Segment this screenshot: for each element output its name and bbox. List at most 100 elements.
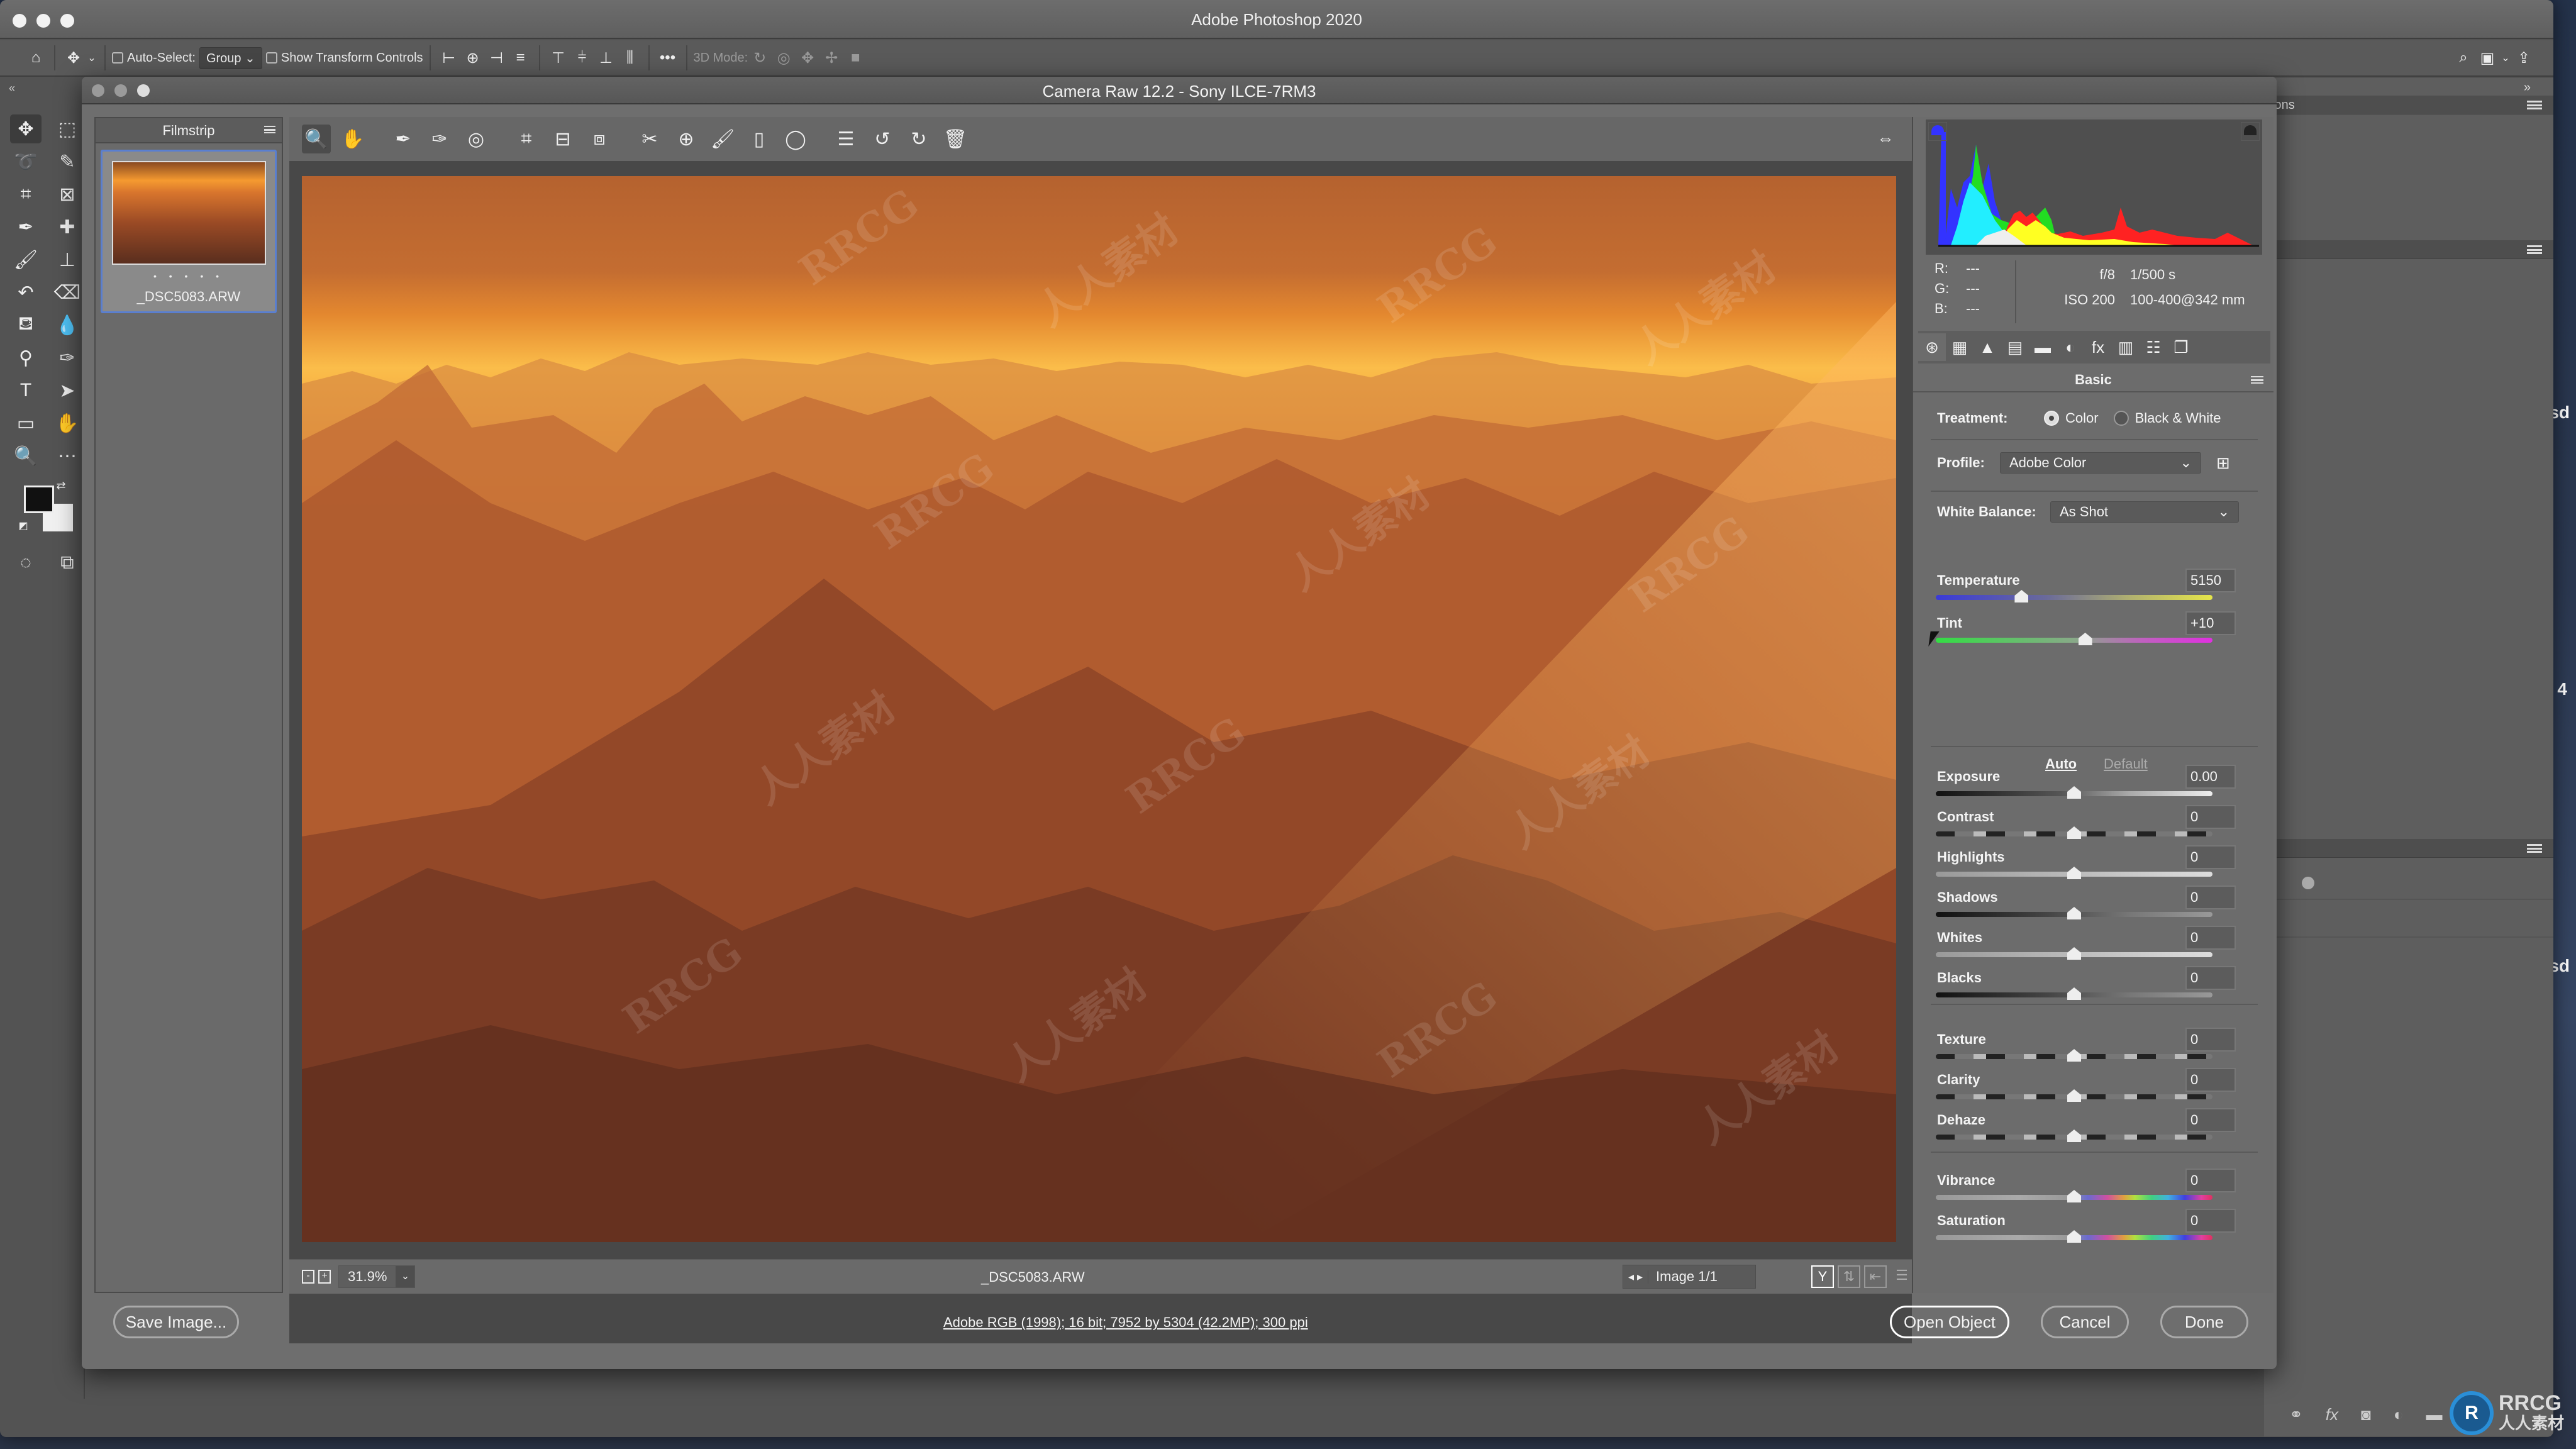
3d-scale-icon[interactable]: ■ bbox=[843, 45, 867, 70]
split-toning-tab[interactable]: ▬ bbox=[2029, 333, 2057, 361]
basic-panel-menu-icon[interactable] bbox=[2251, 376, 2263, 384]
cancel-button[interactable]: Cancel bbox=[2041, 1306, 2129, 1338]
highlight-clipping-warning-icon[interactable] bbox=[2241, 122, 2260, 141]
adjustment-brush-tool-icon[interactable]: 🖌 bbox=[708, 125, 737, 153]
shadow-clipping-warning-icon[interactable] bbox=[1928, 122, 1947, 141]
open-object-button[interactable]: Open Object bbox=[1890, 1306, 2009, 1338]
add-mask-icon[interactable]: ◙ bbox=[2361, 1405, 2371, 1424]
rectangle-tool-icon[interactable]: ▭ bbox=[10, 409, 42, 438]
whites-slider-handle[interactable] bbox=[2067, 947, 2081, 960]
more-options-button[interactable]: ••• bbox=[656, 45, 680, 70]
clone-stamp-tool-icon[interactable]: ⊥ bbox=[52, 245, 83, 274]
filmstrip-item[interactable]: • • • • • _DSC5083.ARW bbox=[101, 150, 277, 313]
rotate-ccw-icon[interactable]: ↺ bbox=[868, 125, 897, 153]
red-eye-tool-icon[interactable]: ⊕ bbox=[672, 125, 701, 153]
texture-value-field[interactable]: 0 bbox=[2185, 1028, 2236, 1052]
blur-tool-icon[interactable]: 💧 bbox=[52, 311, 83, 340]
radial-filter-tool-icon[interactable]: ◯ bbox=[781, 125, 810, 153]
profile-browser-icon[interactable]: ⊞ bbox=[2216, 453, 2230, 473]
align-vcenter-icon[interactable]: ⫩ bbox=[570, 45, 594, 70]
dehaze-value-field[interactable]: 0 bbox=[2185, 1108, 2236, 1132]
treatment-bw-label[interactable]: Black & White bbox=[2135, 410, 2221, 426]
graduated-filter-tool-icon[interactable]: ▯ bbox=[745, 125, 774, 153]
highlights-slider-handle[interactable] bbox=[2067, 867, 2081, 879]
type-tool-icon[interactable]: T bbox=[10, 376, 42, 405]
basic-tab[interactable]: ⊛ bbox=[1918, 333, 1946, 361]
path-selection-tool-icon[interactable]: ➤ bbox=[52, 376, 83, 405]
whites-value-field[interactable]: 0 bbox=[2185, 926, 2236, 950]
tint-value-field[interactable]: +10 bbox=[2185, 611, 2236, 635]
healing-brush-tool-icon[interactable]: ✚ bbox=[52, 213, 83, 242]
saturation-value-field[interactable]: 0 bbox=[2185, 1209, 2236, 1233]
3d-roll-icon[interactable]: ◎ bbox=[772, 45, 796, 70]
done-button[interactable]: Done bbox=[2160, 1306, 2248, 1338]
temperature-slider-handle[interactable] bbox=[2014, 590, 2029, 602]
vibrance-value-field[interactable]: 0 bbox=[2185, 1169, 2236, 1192]
image-preview[interactable]: RRCG 人人素材 RRCG 人人素材 RRCG 人人素材 RRCG 人人素材 … bbox=[302, 176, 1896, 1242]
move-icon[interactable]: ✥ bbox=[62, 45, 86, 70]
detail-tab[interactable]: ▲ bbox=[1974, 333, 2001, 361]
auto-select-checkbox[interactable] bbox=[112, 52, 123, 64]
shadows-value-field[interactable]: 0 bbox=[2185, 886, 2236, 909]
align-bottom-icon[interactable]: ⊥ bbox=[594, 45, 618, 70]
treatment-color-label[interactable]: Color bbox=[2065, 410, 2099, 426]
contrast-slider-handle[interactable] bbox=[2067, 826, 2081, 839]
3d-pan-icon[interactable]: ✥ bbox=[796, 45, 819, 70]
crop-tool-icon[interactable]: ⌗ bbox=[512, 125, 541, 153]
shadows-slider-handle[interactable] bbox=[2067, 907, 2081, 919]
tint-slider-handle[interactable] bbox=[2078, 633, 2092, 645]
temperature-slider-track[interactable] bbox=[1936, 595, 2212, 600]
blacks-slider-handle[interactable] bbox=[2067, 987, 2081, 1000]
fx-icon[interactable]: fx bbox=[2326, 1405, 2338, 1424]
workspace-chevron-icon[interactable]: ⌄ bbox=[2499, 45, 2512, 70]
crop-tool-icon[interactable]: ⌗ bbox=[10, 180, 42, 209]
lens-corrections-tab[interactable]: ◐ bbox=[2057, 333, 2084, 361]
search-icon[interactable]: ⌕ bbox=[2451, 45, 2475, 70]
tint-slider-track[interactable] bbox=[1936, 638, 2212, 643]
brush-tool-icon[interactable]: 🖌 bbox=[10, 245, 42, 274]
clarity-slider-handle[interactable] bbox=[2067, 1089, 2081, 1102]
home-icon[interactable]: ⌂ bbox=[24, 45, 48, 70]
move-tool-icon[interactable]: ✥ bbox=[10, 114, 42, 143]
workflow-options-link[interactable]: Adobe RGB (1998); 16 bit; 7952 by 5304 (… bbox=[943, 1314, 1308, 1331]
filmstrip-menu-icon[interactable] bbox=[264, 126, 275, 133]
profile-dropdown[interactable]: Adobe Color ⌄ bbox=[2000, 452, 2201, 474]
straighten-tool-icon[interactable]: ⊟ bbox=[548, 125, 577, 153]
texture-slider-handle[interactable] bbox=[2067, 1049, 2081, 1062]
trash-icon[interactable]: 🗑 bbox=[941, 125, 970, 153]
panel-menu-icon[interactable] bbox=[2527, 245, 2542, 254]
share-icon[interactable]: ⇪ bbox=[2512, 45, 2536, 70]
transform-tool-icon[interactable]: ⧈ bbox=[585, 125, 614, 153]
rotate-cw-icon[interactable]: ↻ bbox=[904, 125, 933, 153]
toggle-settings-icon[interactable]: ☰ bbox=[1890, 1265, 1913, 1288]
distribute-vertical-icon[interactable]: ⫼ bbox=[618, 45, 642, 70]
zoom-in-button[interactable]: + bbox=[318, 1270, 331, 1284]
copy-settings-icon[interactable]: ⇤ bbox=[1864, 1265, 1887, 1288]
tone-curve-tab[interactable]: ▦ bbox=[1946, 333, 1974, 361]
default-button[interactable]: Default bbox=[2104, 756, 2148, 772]
auto-button[interactable]: Auto bbox=[2045, 756, 2077, 772]
eyedropper-tool-icon[interactable]: ✒ bbox=[10, 213, 42, 242]
frame-tool-icon[interactable]: ⊠ bbox=[52, 180, 83, 209]
fullscreen-toggle-icon[interactable]: ⇔ bbox=[1873, 126, 1898, 151]
blacks-value-field[interactable]: 0 bbox=[2185, 966, 2236, 990]
marquee-tool-icon[interactable]: ⬚ bbox=[52, 114, 83, 143]
collapse-tools-icon[interactable]: « bbox=[9, 82, 15, 95]
white-balance-tool-icon[interactable]: ✒ bbox=[389, 125, 418, 153]
white-balance-dropdown[interactable]: As Shot ⌄ bbox=[2050, 501, 2239, 523]
pen-tool-icon[interactable]: ✑ bbox=[52, 343, 83, 372]
distribute-icon[interactable]: ≡ bbox=[509, 45, 533, 70]
quick-selection-tool-icon[interactable]: ✎ bbox=[52, 147, 83, 176]
align-right-icon[interactable]: ⊣ bbox=[485, 45, 509, 70]
spot-removal-tool-icon[interactable]: ✂ bbox=[635, 125, 664, 153]
panel-menu-icon[interactable] bbox=[2527, 844, 2542, 853]
eraser-tool-icon[interactable]: ⌫ bbox=[52, 278, 83, 307]
more-tools-icon[interactable]: ⋯ bbox=[52, 441, 83, 470]
history-brush-tool-icon[interactable]: ↶ bbox=[10, 278, 42, 307]
hand-tool-icon[interactable]: ✋ bbox=[338, 125, 367, 153]
3d-slide-icon[interactable]: ✢ bbox=[819, 45, 843, 70]
zoom-out-button[interactable]: - bbox=[302, 1270, 314, 1284]
align-top-icon[interactable]: ⊤ bbox=[547, 45, 570, 70]
screen-mode-icon[interactable]: ⧉ bbox=[52, 548, 83, 577]
saturation-slider-handle[interactable] bbox=[2067, 1230, 2081, 1243]
